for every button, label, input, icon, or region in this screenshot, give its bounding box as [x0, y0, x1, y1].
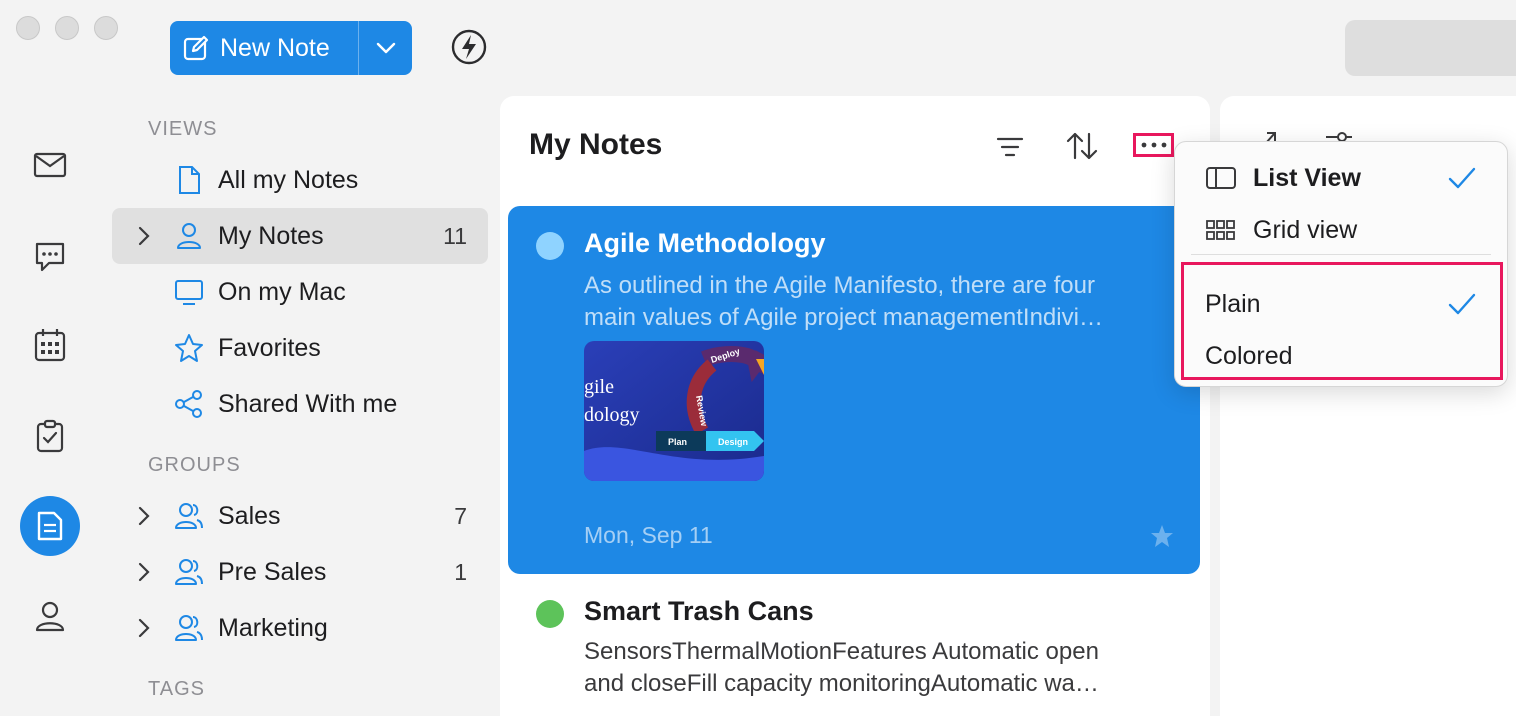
- clipboard-check-icon: [36, 419, 64, 453]
- chevron-right-icon[interactable]: [134, 617, 154, 639]
- sidebar-item-marketing[interactable]: Marketing: [112, 600, 488, 656]
- sidebar-item-label: All my Notes: [218, 165, 359, 194]
- notes-list-title: My Notes: [529, 128, 663, 161]
- thumbnail-label: Plan: [668, 437, 687, 447]
- search-field[interactable]: [1345, 20, 1516, 76]
- person-icon: [35, 601, 65, 632]
- new-note-button[interactable]: New Note: [170, 21, 359, 75]
- sidebar-item-label: Pre Sales: [218, 557, 327, 586]
- rail-tasks-button[interactable]: [20, 406, 80, 466]
- note-color-dot: [536, 232, 564, 260]
- note-card-selected[interactable]: Agile Methodology As outlined in the Agi…: [508, 206, 1200, 574]
- note-title: Agile Methodology: [584, 228, 826, 258]
- share-icon: [175, 390, 202, 418]
- person-icon: [177, 223, 201, 249]
- more-options-button[interactable]: [1133, 133, 1174, 157]
- sidebar-item-label: Marketing: [218, 613, 328, 642]
- groups-section-title: GROUPS: [148, 454, 241, 476]
- rail-mail-button[interactable]: [20, 135, 80, 195]
- ellipsis-icon: [1141, 142, 1166, 148]
- sidebar-item-favorites[interactable]: Favorites: [112, 320, 488, 376]
- new-note-split-button: New Note: [170, 21, 412, 75]
- sidebar-item-label: My Notes: [218, 221, 324, 250]
- note-card[interactable]: Smart Trash Cans SensorsThermalMotionFea…: [508, 580, 1200, 716]
- sidebar-item-pre-sales[interactable]: Pre Sales 1: [112, 544, 488, 600]
- note-count: 11: [443, 222, 467, 249]
- menu-item-label: List View: [1253, 163, 1361, 192]
- star-icon: [175, 334, 203, 362]
- sidebar-item-my-notes[interactable]: My Notes 11: [112, 208, 488, 264]
- sidebar-item-sales[interactable]: Sales 7: [112, 488, 488, 544]
- calendar-icon: [34, 329, 66, 362]
- thumbnail-text: gile: [584, 376, 614, 398]
- rail-contacts-button[interactable]: [20, 586, 80, 646]
- document-icon: [179, 166, 200, 194]
- minimize-window-button[interactable]: [55, 16, 79, 40]
- note-snippet-line: SensorsThermalMotionFeatures Automatic o…: [584, 638, 1099, 665]
- view-options-menu: List View Grid view Plain Colored: [1174, 141, 1508, 387]
- sidebar-item-label: Shared With me: [218, 389, 398, 418]
- note-date: Mon, Sep 11: [584, 522, 713, 548]
- sidebar-item-shared-with-me[interactable]: Shared With me: [112, 376, 488, 432]
- menu-item-grid-view[interactable]: Grid view: [1175, 204, 1507, 256]
- zoom-window-button[interactable]: [94, 16, 118, 40]
- quick-action-bolt-icon[interactable]: [450, 28, 488, 66]
- close-window-button[interactable]: [16, 16, 40, 40]
- notes-document-icon: [37, 511, 63, 541]
- sidebar-item-on-my-mac[interactable]: On my Mac: [112, 264, 488, 320]
- chevron-right-icon[interactable]: [134, 561, 154, 583]
- note-count: 1: [454, 558, 467, 585]
- sidebar-item-label: Favorites: [218, 333, 321, 362]
- note-color-dot: [536, 600, 564, 628]
- chevron-down-icon: [376, 42, 395, 54]
- filter-icon: [996, 137, 1024, 157]
- filter-button[interactable]: [990, 127, 1030, 167]
- note-count: 7: [454, 502, 467, 529]
- thumbnail-text: dology: [584, 404, 640, 426]
- sort-arrows-icon: [1066, 132, 1098, 160]
- rail-calendar-button[interactable]: [20, 315, 80, 375]
- grid-view-icon: [1206, 220, 1235, 240]
- rail-chat-button[interactable]: [20, 227, 80, 287]
- menu-separator: [1191, 254, 1491, 255]
- group-icon: [175, 559, 203, 585]
- note-snippet: SensorsThermalMotionFeatures Automatic o…: [584, 636, 1174, 700]
- tags-section-title: TAGS: [148, 678, 205, 700]
- new-note-dropdown-button[interactable]: [359, 21, 412, 75]
- note-snippet-line: As outlined in the Agile Manifesto, ther…: [584, 272, 1095, 299]
- mail-icon: [33, 152, 67, 178]
- sort-button[interactable]: [1062, 126, 1102, 166]
- list-view-icon: [1206, 167, 1236, 189]
- chevron-right-icon[interactable]: [134, 505, 154, 527]
- note-snippet-line: and closeFill capacity monitoringAutomat…: [584, 670, 1099, 697]
- compose-icon: [183, 35, 209, 61]
- checkmark-icon: [1448, 167, 1476, 189]
- sidebar-item-all-my-notes[interactable]: All my Notes: [112, 152, 488, 208]
- menu-item-label: Grid view: [1253, 215, 1358, 244]
- group-icon: [175, 615, 203, 641]
- window-controls: [16, 16, 118, 40]
- rail-notes-button[interactable]: [20, 496, 80, 556]
- new-note-label: New Note: [220, 33, 330, 62]
- note-snippet-line: main values of Agile project managementI…: [584, 304, 1103, 331]
- annotation-highlight-box: [1181, 262, 1503, 380]
- sidebar-item-label: Sales: [218, 501, 281, 530]
- monitor-icon: [175, 280, 203, 305]
- thumbnail-label: Design: [718, 437, 748, 447]
- chevron-right-icon[interactable]: [134, 225, 154, 247]
- menu-item-list-view[interactable]: List View: [1175, 152, 1507, 204]
- note-thumbnail-image: gile dology Deploy Review Plan Design: [584, 341, 764, 481]
- note-title: Smart Trash Cans: [584, 596, 814, 626]
- sidebar-item-label: On my Mac: [218, 277, 346, 306]
- note-snippet: As outlined in the Agile Manifesto, ther…: [584, 270, 1174, 334]
- chat-bubble-icon: [35, 242, 65, 272]
- views-section-title: VIEWS: [148, 118, 218, 140]
- favorite-star-icon[interactable]: [1150, 524, 1174, 548]
- group-icon: [175, 503, 203, 529]
